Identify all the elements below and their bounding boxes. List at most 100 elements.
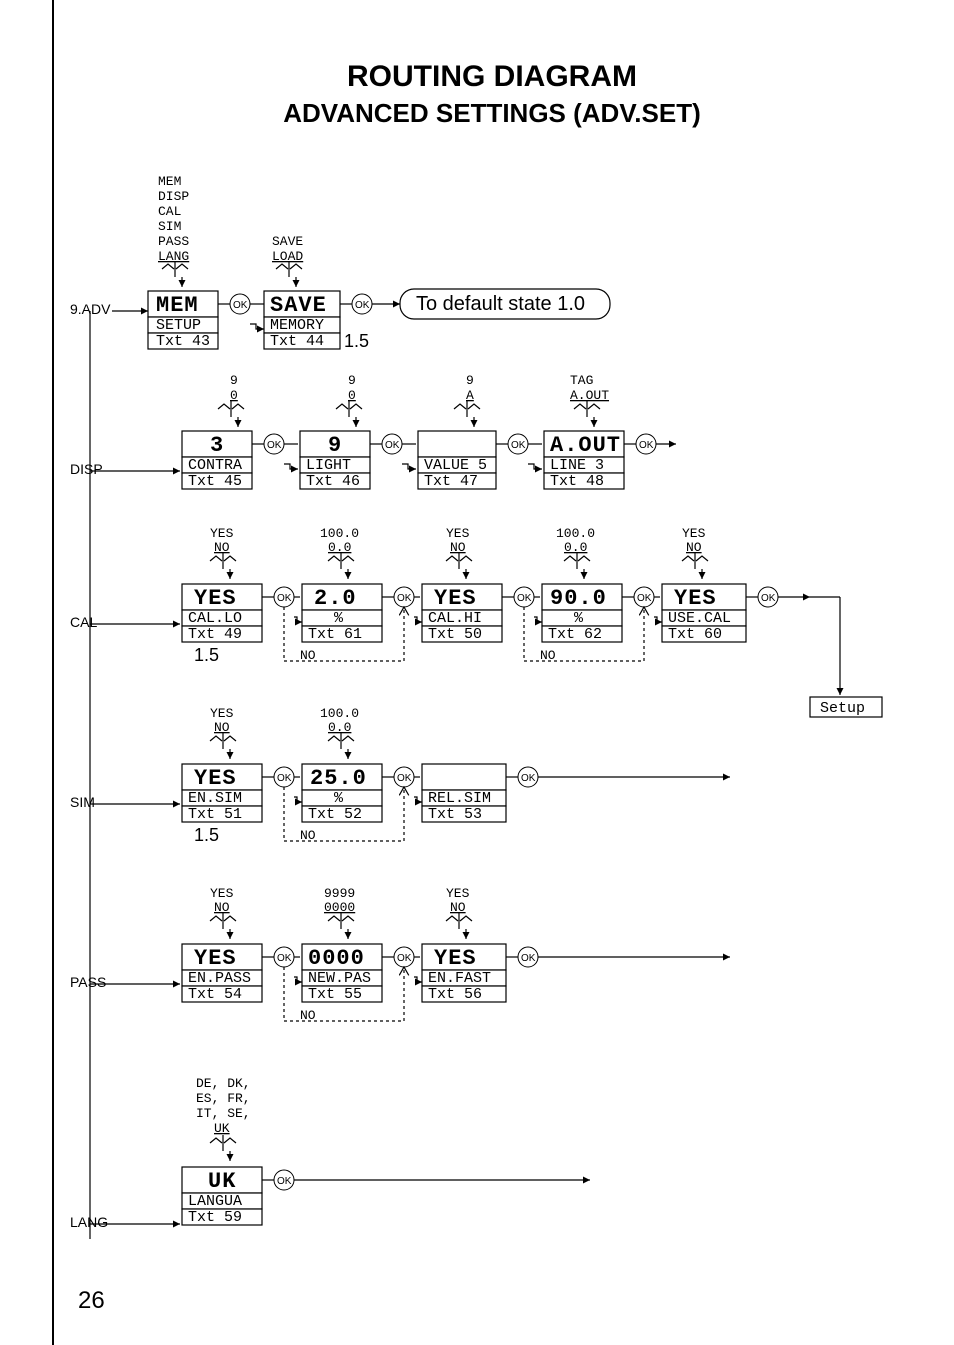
default-state: To default state 1.0 <box>416 293 585 315</box>
svg-text:YES: YES <box>446 886 470 901</box>
svg-text:CONTRA: CONTRA <box>188 457 242 474</box>
svg-text:NO: NO <box>300 1008 316 1023</box>
disp-node-2: 9 LIGHT Txt 46 <box>300 431 370 490</box>
cal-node-1: YES CAL.LO Txt 49 1.5 <box>182 584 262 665</box>
svg-text:%: % <box>334 610 344 627</box>
svg-text:LANG: LANG <box>158 249 189 264</box>
svg-text:Txt 55: Txt 55 <box>308 986 362 1003</box>
svg-text:UK: UK <box>214 1121 230 1136</box>
disp-node-3: VALUE 5 Txt 47 <box>418 431 496 490</box>
row-pass: PASS <box>70 974 106 990</box>
svg-text:TAG: TAG <box>570 373 593 388</box>
svg-text:NO: NO <box>300 828 316 843</box>
disp-node-4: A.OUT LINE 3 Txt 48 <box>544 431 624 490</box>
svg-text:NO: NO <box>214 720 230 735</box>
svg-text:YES: YES <box>434 946 477 971</box>
svg-text:NO: NO <box>450 900 466 915</box>
svg-text:MEM: MEM <box>158 174 181 189</box>
svg-text:ES, FR,: ES, FR, <box>196 1091 251 1106</box>
disp-hint-2: 9 0 <box>336 373 362 427</box>
lang-hint: DE, DK, ES, FR, IT, SE, UK <box>196 1076 251 1161</box>
svg-text:REL.SIM: REL.SIM <box>428 790 491 807</box>
cal-node-2: 2.0 % Txt 61 <box>302 584 382 643</box>
row-cal: CAL <box>70 614 97 630</box>
sim-node-3: REL.SIM Txt 53 <box>422 764 506 823</box>
svg-text:OK: OK <box>267 440 282 451</box>
svg-text:%: % <box>334 790 344 807</box>
svg-text:1.5: 1.5 <box>194 645 219 665</box>
svg-text:OK: OK <box>277 1176 292 1187</box>
svg-text:3: 3 <box>210 433 224 458</box>
svg-text:DISP: DISP <box>158 189 189 204</box>
svg-text:YES: YES <box>210 886 234 901</box>
svg-text:NO: NO <box>214 900 230 915</box>
svg-text:OK: OK <box>277 593 292 604</box>
svg-text:OK: OK <box>397 593 412 604</box>
svg-text:VALUE 5: VALUE 5 <box>424 457 487 474</box>
svg-text:USE.CAL: USE.CAL <box>668 610 731 627</box>
svg-text:SAVE: SAVE <box>270 293 327 318</box>
svg-text:DE, DK,: DE, DK, <box>196 1076 251 1091</box>
svg-text:YES: YES <box>194 946 237 971</box>
page-left-rule <box>52 0 54 1345</box>
svg-text:Txt 51: Txt 51 <box>188 806 242 823</box>
svg-text:NO: NO <box>686 540 702 555</box>
svg-text:NO: NO <box>214 540 230 555</box>
svg-text:Txt 59: Txt 59 <box>188 1209 242 1226</box>
svg-text:OK: OK <box>277 953 292 964</box>
save-menu-hint: SAVE LOAD <box>272 234 303 287</box>
svg-text:OK: OK <box>521 773 536 784</box>
svg-text:OK: OK <box>637 593 652 604</box>
svg-text:Txt 43: Txt 43 <box>156 333 210 350</box>
svg-text:OK: OK <box>233 300 248 311</box>
svg-text:YES: YES <box>194 766 237 791</box>
svg-text:YES: YES <box>674 586 717 611</box>
svg-text:UK: UK <box>208 1169 236 1194</box>
svg-text:Txt 44: Txt 44 <box>270 333 324 350</box>
adv-menu-hint: MEM DISP CAL SIM PASS LANG <box>158 174 189 287</box>
svg-text:OK: OK <box>397 773 412 784</box>
svg-text:Txt 48: Txt 48 <box>550 473 604 490</box>
svg-text:Txt 56: Txt 56 <box>428 986 482 1003</box>
row-disp: DISP <box>70 461 103 477</box>
svg-text:Txt 47: Txt 47 <box>424 473 478 490</box>
page-title: ROUTING DIAGRAM ADVANCED SETTINGS (ADV.S… <box>70 60 914 129</box>
svg-text:MEMORY: MEMORY <box>270 317 324 334</box>
svg-text:MEM: MEM <box>156 293 199 318</box>
svg-text:OK: OK <box>511 440 526 451</box>
svg-text:YES: YES <box>446 526 470 541</box>
svg-text:Txt 46: Txt 46 <box>306 473 360 490</box>
svg-text:25.0: 25.0 <box>310 766 367 791</box>
svg-text:A.OUT: A.OUT <box>570 388 609 403</box>
svg-text:Txt 52: Txt 52 <box>308 806 362 823</box>
svg-text:9: 9 <box>230 373 238 388</box>
title-line2: ADVANCED SETTINGS (ADV.SET) <box>70 98 914 129</box>
svg-text:1.5: 1.5 <box>194 825 219 845</box>
svg-text:LINE 3: LINE 3 <box>550 457 604 474</box>
svg-text:OK: OK <box>355 300 370 311</box>
svg-text:Txt 53: Txt 53 <box>428 806 482 823</box>
pass-node-1: YES EN.PASS Txt 54 <box>182 944 262 1003</box>
cal-node-5: YES USE.CAL Txt 60 <box>662 584 746 643</box>
svg-text:0.0: 0.0 <box>328 720 351 735</box>
svg-text:NO: NO <box>540 648 556 663</box>
svg-text:9999: 9999 <box>324 886 355 901</box>
svg-text:Txt 54: Txt 54 <box>188 986 242 1003</box>
svg-text:0: 0 <box>230 388 238 403</box>
svg-text:Txt 49: Txt 49 <box>188 626 242 643</box>
svg-text:Txt 50: Txt 50 <box>428 626 482 643</box>
svg-text:YES: YES <box>210 526 234 541</box>
svg-text:SIM: SIM <box>158 219 181 234</box>
svg-text:90.0: 90.0 <box>550 586 607 611</box>
svg-text:NO: NO <box>300 648 316 663</box>
pass-node-2: 0000 NEW.PAS Txt 55 <box>302 944 382 1003</box>
svg-text:YES: YES <box>194 586 237 611</box>
svg-text:Setup: Setup <box>820 700 865 717</box>
svg-text:PASS: PASS <box>158 234 189 249</box>
row-lang: LANG <box>70 1214 108 1230</box>
svg-text:CAL.LO: CAL.LO <box>188 610 242 627</box>
svg-text:0000: 0000 <box>308 946 365 971</box>
svg-text:LANGUA: LANGUA <box>188 1193 242 1210</box>
svg-text:100.0: 100.0 <box>320 526 359 541</box>
svg-text:CAL: CAL <box>158 204 181 219</box>
